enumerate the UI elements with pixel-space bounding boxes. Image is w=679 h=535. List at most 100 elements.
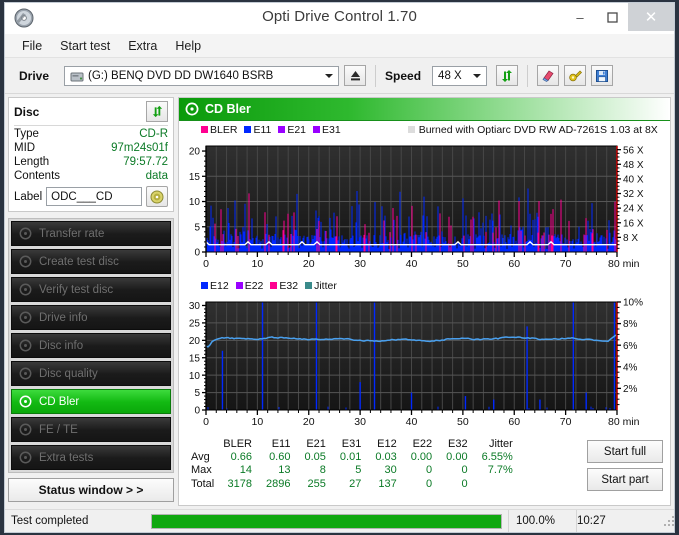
table-row: Max 14 13 8 5 30 0 0 7.7% — [183, 464, 520, 477]
disc-refresh-button[interactable] — [146, 101, 168, 122]
sidebar-item-label: FE / TE — [39, 423, 78, 436]
tools-button[interactable] — [564, 65, 587, 86]
erase-button[interactable] — [537, 65, 560, 86]
disc-icon — [19, 283, 32, 296]
disc-label-button[interactable] — [146, 186, 168, 207]
sidebar-item-create-test-disc[interactable]: Create test disc — [11, 249, 171, 274]
disc-info-panel: Disc Type CD-R MID 97m24s01f Length 79:5… — [8, 97, 174, 212]
sidebar-item-disc-quality[interactable]: Disc quality — [11, 361, 171, 386]
disc-icon — [19, 395, 32, 408]
stats-col-bler: BLER — [223, 438, 252, 450]
legend-label: Jitter — [314, 279, 337, 292]
svg-text:15: 15 — [189, 353, 201, 364]
stats-cell: 14 — [239, 464, 252, 477]
disc-label-input[interactable]: ODC___CD — [46, 187, 142, 206]
stats-col-jitter: Jitter — [488, 438, 513, 450]
svg-text:8%: 8% — [623, 319, 638, 330]
table-row: Avg 0.66 0.60 0.05 0.01 0.03 0.00 0.00 6… — [183, 451, 520, 464]
test-nav-list: Transfer rate Create test disc Verify te… — [8, 218, 174, 473]
menu-bar: File Start test Extra Help — [5, 34, 674, 58]
stats-cell: 2896 — [266, 477, 291, 490]
minimize-button[interactable]: – — [564, 3, 596, 31]
eject-icon — [350, 71, 360, 81]
svg-text:20: 20 — [303, 258, 315, 270]
svg-text:2%: 2% — [623, 384, 638, 395]
charts-area: BLER E11 E21 E31 Burned with Optiarc DVD… — [179, 121, 670, 434]
legend-swatch — [278, 126, 286, 133]
disc-label-row: Label ODC___CD — [14, 186, 168, 207]
disc-value: 97m24s01f — [111, 142, 168, 154]
legend-label: E32 — [279, 279, 299, 292]
maximize-button[interactable] — [596, 3, 628, 31]
sidebar-item-label: Transfer rate — [39, 227, 105, 240]
sidebar-item-fe-te[interactable]: FE / TE — [11, 417, 171, 442]
svg-text:30: 30 — [354, 416, 366, 428]
stats-cell: 30 — [384, 464, 397, 477]
stats-cell: 0.01 — [339, 451, 362, 464]
svg-text:48 X: 48 X — [623, 160, 644, 171]
chart1-legend: BLER E11 E21 E31 Burned with Optiarc DVD… — [179, 123, 670, 136]
disc-panel-header: Disc — [14, 101, 168, 126]
close-button[interactable]: ✕ — [628, 3, 674, 31]
chart-bler-svg[interactable]: 0 5 10 15 20 8 X 16 X 24 X 32 X 40 X 48 X 56 X 0 10 20… — [179, 136, 674, 276]
legend-swatch — [313, 126, 321, 133]
status-window-button[interactable]: Status window > > — [8, 478, 174, 502]
speed-select[interactable]: 48 X — [432, 65, 488, 86]
svg-text:30: 30 — [354, 258, 366, 270]
legend-label: E31 — [322, 123, 341, 136]
legend-swatch — [201, 282, 208, 289]
sidebar-item-extra-tests[interactable]: Extra tests — [11, 445, 171, 470]
table-row: Total 3178 2896 255 27 137 0 0 — [183, 478, 520, 491]
sidebar-item-verify-test-disc[interactable]: Verify test disc — [11, 277, 171, 302]
sidebar-item-label: Create test disc — [39, 255, 119, 268]
stats-cell: 5 — [355, 464, 362, 477]
sidebar-item-drive-info[interactable]: Drive info — [11, 305, 171, 330]
save-icon — [596, 69, 609, 82]
progress-fill — [152, 514, 501, 528]
sidebar-item-cd-bler[interactable]: CD Bler — [11, 389, 171, 414]
stats-col-e11: E11 — [271, 438, 291, 450]
svg-text:0: 0 — [203, 258, 209, 270]
stats-cell: 0.60 — [269, 451, 291, 464]
menu-start-test[interactable]: Start test — [51, 37, 119, 55]
menu-help[interactable]: Help — [166, 37, 210, 55]
svg-text:5: 5 — [194, 388, 200, 399]
legend-swatch — [305, 282, 313, 289]
burn-info-swatch — [407, 126, 415, 133]
stats-cell: 0 — [426, 464, 433, 477]
main-body: Disc Type CD-R MID 97m24s01f Length 79:5… — [5, 94, 674, 509]
legend-label: E21 — [287, 123, 307, 136]
wrench-icon — [568, 70, 582, 82]
svg-text:40 X: 40 X — [623, 174, 644, 185]
menu-extra[interactable]: Extra — [119, 37, 166, 55]
refresh-button[interactable] — [496, 65, 519, 86]
sidebar-item-disc-info[interactable]: Disc info — [11, 333, 171, 358]
drive-select[interactable]: (G:) BENQ DVD DD DW1640 BSRB — [64, 65, 340, 86]
burn-info-text: Burned with Optiarc DVD RW AD-7261S 1.03… — [418, 123, 658, 136]
menu-file[interactable]: File — [13, 37, 51, 55]
eject-button[interactable] — [344, 65, 367, 86]
stats-col-e21: E21 — [306, 438, 326, 450]
refresh-icon — [152, 105, 162, 118]
stats-cell: 0.00 — [410, 451, 433, 464]
legend-jitter: Jitter — [305, 280, 337, 292]
svg-text:5: 5 — [194, 222, 200, 233]
stats-col-e32: E32 — [448, 438, 468, 450]
toolbar-divider — [375, 64, 377, 87]
sidebar-item-label: Verify test disc — [39, 283, 114, 296]
progress-bar — [151, 513, 502, 529]
panel-header: CD Bler — [179, 98, 670, 121]
svg-text:60: 60 — [508, 416, 520, 428]
disc-row-mid: MID 97m24s01f — [14, 142, 168, 154]
start-part-button[interactable]: Start part — [587, 468, 663, 491]
chart-jitter-svg[interactable]: 0 5 10 15 20 25 30 2% 4% 6% 8% 10% 0 10 20 30 40 50 60 70 80… — [179, 292, 674, 434]
legend-e32: E32 — [270, 280, 298, 292]
save-button[interactable] — [591, 65, 614, 86]
sidebar-item-transfer-rate[interactable]: Transfer rate — [11, 221, 171, 246]
svg-text:16 X: 16 X — [623, 218, 644, 229]
svg-text:40: 40 — [406, 416, 418, 428]
resize-grip[interactable] — [660, 510, 674, 532]
stats-cell: 13 — [278, 464, 291, 477]
svg-text:10%: 10% — [623, 298, 643, 309]
start-full-button[interactable]: Start full — [587, 440, 663, 463]
